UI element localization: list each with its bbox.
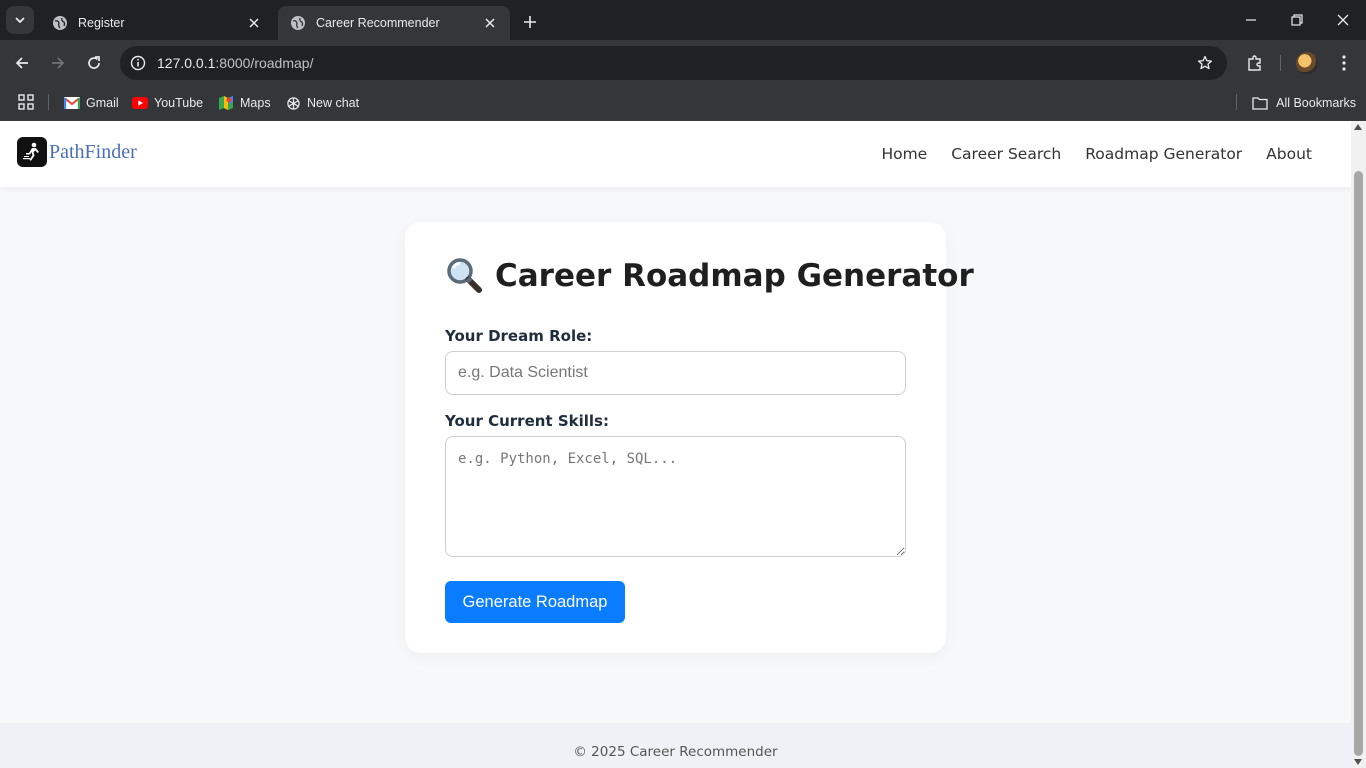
site-footer: © 2025 Career Recommender: [0, 723, 1351, 768]
arrow-left-icon: [15, 57, 28, 69]
bookmark-star-icon[interactable]: [1195, 53, 1215, 73]
all-bookmarks-button[interactable]: All Bookmarks: [1252, 91, 1356, 115]
logo-text: PathFinder: [49, 140, 137, 163]
page-scrollbar[interactable]: [1351, 121, 1366, 768]
close-icon: [1337, 14, 1349, 26]
nav-career-search[interactable]: Career Search: [951, 145, 1061, 163]
site-logo[interactable]: PathFinder: [17, 137, 137, 167]
folder-icon: [1252, 95, 1270, 111]
bookmark-label: Maps: [240, 96, 271, 110]
scroll-up-arrow-icon[interactable]: [1354, 124, 1362, 130]
runner-logo-icon: [17, 137, 47, 167]
apps-grid-icon[interactable]: [16, 92, 36, 112]
nav-home[interactable]: Home: [881, 145, 927, 163]
toolbar-separator: [1280, 55, 1281, 71]
restore-icon: [1291, 14, 1303, 26]
youtube-icon: [132, 95, 148, 111]
reload-button[interactable]: [80, 49, 108, 77]
tab-search-button[interactable]: [6, 6, 34, 34]
arrow-right-icon: [52, 57, 65, 69]
site-info-icon[interactable]: [126, 51, 150, 75]
tab-title: Register: [78, 16, 125, 30]
bookmarks-separator: [1236, 94, 1237, 110]
globe-icon: [53, 16, 67, 30]
tab-strip: Register Career Recommender: [0, 0, 1366, 40]
gmail-icon: [64, 95, 80, 111]
new-tab-button[interactable]: [518, 10, 542, 34]
bookmarks-bar: Gmail YouTube Maps New chat All Bookmark…: [0, 86, 1366, 121]
url-path: :8000/roadmap/: [215, 55, 314, 71]
scroll-down-arrow-icon[interactable]: [1354, 759, 1362, 765]
reload-icon: [88, 56, 100, 69]
bookmarks-separator: [48, 94, 49, 110]
globe-icon: [291, 16, 305, 30]
dream-role-label: Your Dream Role:: [445, 327, 593, 345]
page-viewport: PathFinder Home Career Search Roadmap Ge…: [0, 121, 1351, 768]
nav-roadmap-generator[interactable]: Roadmap Generator: [1085, 145, 1242, 163]
restore-button[interactable]: [1274, 0, 1320, 40]
roadmap-form-card: Career Roadmap Generator Your Dream Role…: [405, 222, 974, 653]
tab-register[interactable]: Register: [40, 6, 274, 40]
chatgpt-icon: [285, 95, 301, 111]
plus-icon: [524, 16, 536, 28]
chevron-down-icon: [15, 17, 25, 24]
close-icon[interactable]: [482, 15, 498, 31]
close-icon[interactable]: [246, 15, 262, 31]
tab-career-recommender[interactable]: Career Recommender: [278, 6, 510, 40]
magnifier-icon: [447, 258, 482, 293]
forward-button[interactable]: [44, 49, 72, 77]
footer-copyright: © 2025 Career Recommender: [573, 744, 778, 760]
back-button[interactable]: [8, 49, 36, 77]
close-window-button[interactable]: [1320, 0, 1366, 40]
bookmark-label: Gmail: [86, 96, 119, 110]
extensions-button[interactable]: [1243, 51, 1267, 75]
page-title-text: Career Roadmap Generator: [495, 258, 974, 294]
address-bar[interactable]: 127.0.0.1:8000/roadmap/: [120, 46, 1227, 80]
bookmark-gmail[interactable]: Gmail: [64, 91, 119, 115]
bookmark-new-chat[interactable]: New chat: [285, 91, 359, 115]
scrollbar-thumb[interactable]: [1354, 171, 1363, 756]
url-host: 127.0.0.1: [157, 55, 216, 71]
tab-title: Career Recommender: [316, 16, 440, 30]
bookmark-maps[interactable]: Maps: [218, 91, 271, 115]
browser-toolbar: 127.0.0.1:8000/roadmap/: [0, 40, 1366, 86]
page-title: Career Roadmap Generator: [445, 256, 974, 296]
dream-role-input[interactable]: [445, 351, 906, 395]
bookmark-label: New chat: [307, 96, 360, 110]
browser-menu-button[interactable]: [1332, 51, 1356, 75]
bookmark-label: YouTube: [154, 96, 204, 110]
maps-icon: [218, 95, 234, 111]
minimize-icon: [1246, 19, 1256, 21]
current-skills-textarea[interactable]: [445, 436, 906, 557]
puzzle-icon: [1248, 55, 1261, 71]
profile-avatar[interactable]: [1296, 52, 1318, 74]
minimize-button[interactable]: [1228, 0, 1274, 40]
url-text: 127.0.0.1:8000/roadmap/: [157, 55, 313, 71]
all-bookmarks-label: All Bookmarks: [1276, 96, 1356, 110]
main-nav: Home Career Search Roadmap Generator Abo…: [857, 145, 1312, 163]
bookmark-youtube[interactable]: YouTube: [132, 91, 203, 115]
kebab-menu-icon: [1342, 55, 1346, 71]
nav-about[interactable]: About: [1266, 145, 1312, 163]
generate-roadmap-button[interactable]: Generate Roadmap: [445, 581, 625, 623]
current-skills-label: Your Current Skills:: [445, 412, 609, 430]
site-header: PathFinder Home Career Search Roadmap Ge…: [0, 121, 1351, 187]
